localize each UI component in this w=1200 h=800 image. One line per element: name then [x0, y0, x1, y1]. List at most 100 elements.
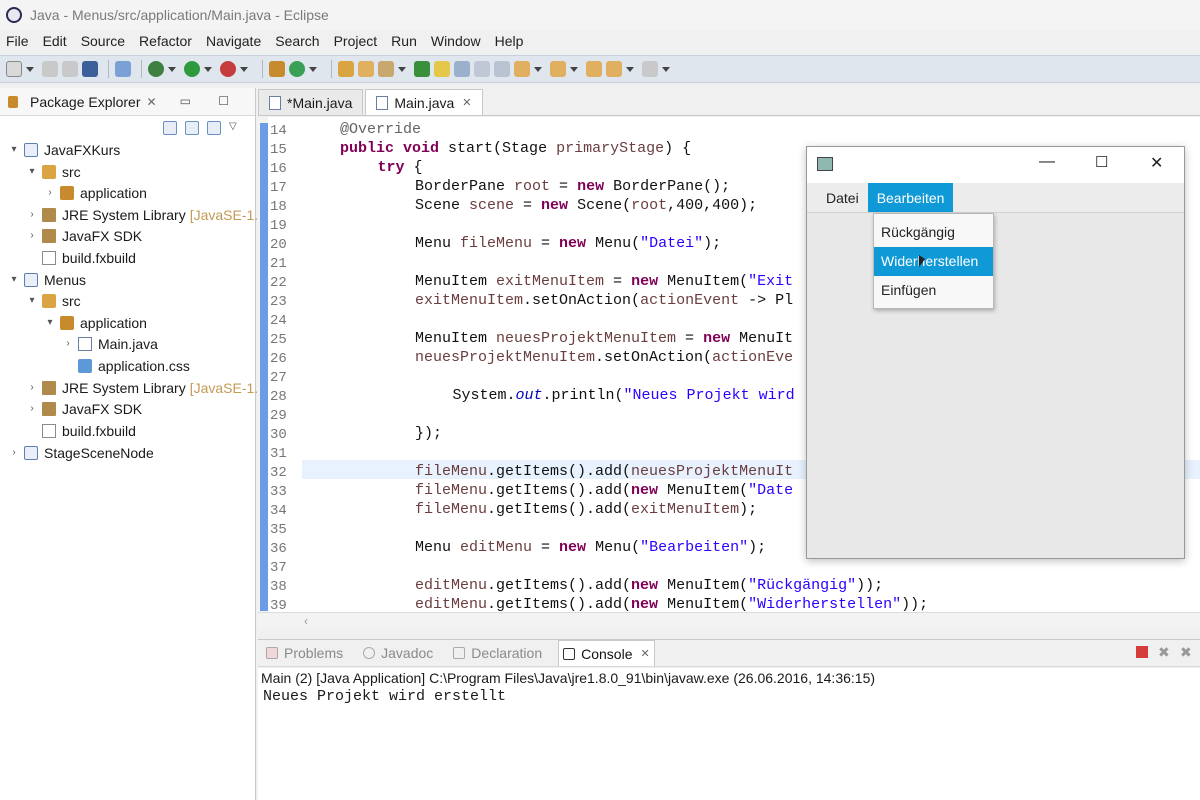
fx-menu-bearbeiten[interactable]: Bearbeiten	[867, 183, 954, 212]
new-class-dropdown-icon[interactable]	[309, 66, 317, 72]
block-selection-icon[interactable]	[474, 61, 490, 77]
expander-icon[interactable]: ▾	[8, 144, 20, 155]
maximize-icon[interactable]: ☐	[1095, 153, 1108, 171]
code-line[interactable]: Scene scene = new Scene(root,400,400);	[415, 197, 757, 214]
show-whitespace-icon[interactable]	[454, 61, 470, 77]
expander-icon[interactable]: ›	[26, 403, 38, 414]
code-line[interactable]: MenuItem neuesProjektMenuItem = new Menu…	[415, 330, 793, 347]
javafx-titlebar[interactable]: — ☐ ✕	[807, 147, 1184, 183]
expander-icon[interactable]: ›	[26, 382, 38, 393]
tab-javadoc[interactable]: Javadoc	[359, 640, 437, 666]
code-line[interactable]: fileMenu.getItems().add(neuesProjektMenu…	[415, 463, 793, 480]
code-line[interactable]: try {	[378, 159, 423, 176]
tree-item[interactable]: › JavaFX SDK	[26, 398, 142, 419]
back-icon[interactable]	[606, 61, 622, 77]
view-menu-icon[interactable]: ▽	[229, 121, 243, 135]
menu-edit[interactable]: Edit	[43, 33, 67, 49]
horizontal-scrollbar[interactable]: ‹	[258, 612, 1200, 629]
tree-item[interactable]: › JRE System Library [JavaSE-1.8	[26, 377, 266, 398]
run-dropdown-icon[interactable]	[204, 66, 212, 72]
debug-icon[interactable]	[148, 61, 164, 77]
tree-item[interactable]: › StageSceneNode	[8, 442, 153, 463]
minimize-icon[interactable]: —	[1039, 153, 1055, 171]
toggle-mark-occurrences-icon[interactable]	[414, 61, 430, 77]
search-dropdown-icon[interactable]	[398, 66, 406, 72]
pin-icon[interactable]	[115, 61, 131, 77]
code-line[interactable]: });	[415, 425, 442, 442]
tree-item[interactable]: › Main.java	[62, 333, 158, 354]
code-line[interactable]: Menu fileMenu = new Menu("Datei");	[415, 235, 721, 252]
remove-launch-icon[interactable]: ✖	[1158, 645, 1170, 659]
tree-item[interactable]: › application	[44, 182, 147, 203]
code-line[interactable]: Menu editMenu = new Menu("Bearbeiten");	[415, 539, 766, 556]
open-console-icon[interactable]	[82, 61, 98, 77]
new-icon[interactable]	[6, 61, 22, 77]
external-tools-dropdown-icon[interactable]	[240, 66, 248, 72]
tree-item[interactable]: ▾ src	[26, 290, 80, 311]
console-output[interactable]: Neues Projekt wird erstellt	[258, 688, 1200, 800]
menu-source[interactable]: Source	[81, 33, 125, 49]
terminate-icon[interactable]	[1136, 646, 1148, 658]
remove-all-launches-icon[interactable]: ✖	[1180, 645, 1192, 659]
new-java-class-icon[interactable]	[289, 61, 305, 77]
tab-console[interactable]: Console ✕	[558, 640, 655, 666]
code-line[interactable]: fileMenu.getItems().add(exitMenuItem);	[415, 501, 757, 518]
tree-item[interactable]: build.fxbuild	[26, 247, 136, 268]
package-explorer-header[interactable]: Package Explorer ✕ ▭ ☐	[0, 88, 255, 116]
menu-refactor[interactable]: Refactor	[139, 33, 192, 49]
tree-item[interactable]: › JRE System Library [JavaSE-1.8	[26, 204, 266, 225]
code-line[interactable]: @Override	[340, 121, 421, 138]
menu-file[interactable]: File	[6, 33, 29, 49]
menu-run[interactable]: Run	[391, 33, 417, 49]
fx-menu-item-einfuegen[interactable]: Einfügen	[874, 276, 993, 305]
code-line[interactable]: System.out.println("Neues Projekt wird	[453, 387, 795, 404]
expander-icon[interactable]: ›	[8, 447, 20, 458]
previous-annotation-dropdown-icon[interactable]	[570, 66, 578, 72]
open-type-icon[interactable]	[338, 61, 354, 77]
new-dropdown-icon[interactable]	[26, 66, 34, 72]
tree-item[interactable]: ▾ Menus	[8, 269, 86, 290]
code-line[interactable]: exitMenuItem.setOnAction(actionEvent -> …	[415, 292, 793, 309]
close-icon[interactable]: ✕	[147, 95, 157, 109]
previous-annotation-icon[interactable]	[550, 61, 566, 77]
collapse-all-icon[interactable]	[163, 121, 177, 135]
menu-project[interactable]: Project	[334, 33, 378, 49]
tab-problems[interactable]: Problems	[262, 640, 347, 666]
new-java-package-icon[interactable]	[269, 61, 285, 77]
run-icon[interactable]	[184, 61, 200, 77]
close-icon[interactable]: ✕	[1150, 153, 1163, 173]
expander-icon[interactable]: ▾	[26, 295, 38, 306]
editor-tab-main-dirty[interactable]: *Main.java	[258, 89, 364, 115]
fx-menu-item-rueckgaengig[interactable]: Rückgängig	[874, 218, 993, 247]
save-icon[interactable]	[42, 61, 58, 77]
close-icon[interactable]: ✕	[462, 96, 471, 109]
open-task-icon[interactable]	[358, 61, 374, 77]
menu-navigate[interactable]: Navigate	[206, 33, 261, 49]
last-edit-location-icon[interactable]	[586, 61, 602, 77]
forward-icon[interactable]	[642, 61, 658, 77]
minimize-maximize-icons[interactable]: ▭ ☐	[180, 94, 241, 108]
tree-item[interactable]: ▾ JavaFXKurs	[8, 139, 120, 160]
link-with-editor-icon[interactable]	[185, 121, 199, 135]
save-all-icon[interactable]	[62, 61, 78, 77]
external-tools-icon[interactable]	[220, 61, 236, 77]
search-icon[interactable]	[378, 61, 394, 77]
editor-tab-main[interactable]: Main.java ✕	[365, 89, 483, 115]
forward-dropdown-icon[interactable]	[662, 66, 670, 72]
focus-icon[interactable]	[207, 121, 221, 135]
toggle-highlight-icon[interactable]	[434, 61, 450, 77]
expander-icon[interactable]: ▾	[44, 317, 56, 328]
menu-search[interactable]: Search	[275, 33, 319, 49]
tree-item[interactable]: build.fxbuild	[26, 420, 136, 441]
code-line[interactable]: BorderPane root = new BorderPane();	[415, 178, 730, 195]
debug-dropdown-icon[interactable]	[168, 66, 176, 72]
close-icon[interactable]: ✕	[641, 647, 650, 660]
back-dropdown-icon[interactable]	[626, 66, 634, 72]
expander-icon[interactable]: ▾	[26, 166, 38, 177]
code-line[interactable]: editMenu.getItems().add(new MenuItem("Rü…	[415, 577, 883, 594]
expander-icon[interactable]: ›	[26, 209, 38, 220]
menu-window[interactable]: Window	[431, 33, 481, 49]
expander-icon[interactable]: ›	[44, 187, 56, 198]
scroll-left-icon[interactable]: ‹	[304, 614, 308, 628]
expander-icon[interactable]: ›	[62, 338, 74, 349]
